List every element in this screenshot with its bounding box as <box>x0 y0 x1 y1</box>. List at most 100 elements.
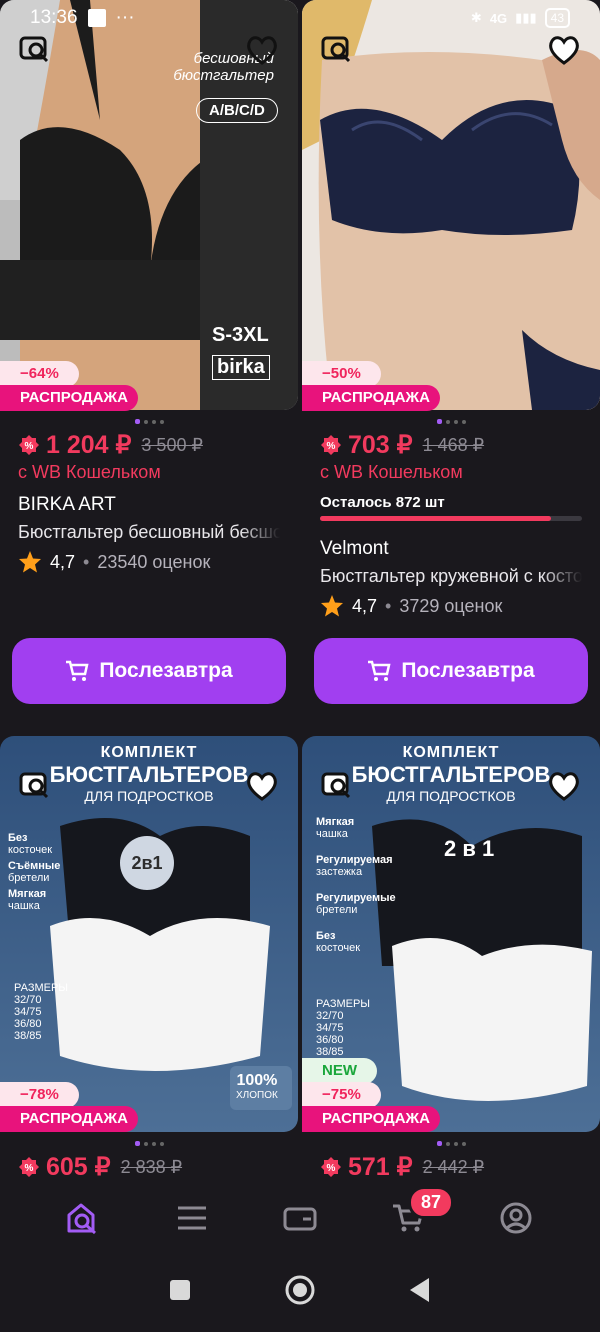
add-to-cart-label: Послезавтра <box>401 659 535 682</box>
wallet-price-note: с WB Кошельком <box>18 462 161 482</box>
image-size-range: S-3XL <box>212 324 269 346</box>
price: 703 ₽ <box>348 431 413 459</box>
old-price: 1 468 ₽ <box>422 434 485 455</box>
bluetooth-icon: ✱ <box>470 10 482 25</box>
favorite-heart-icon[interactable] <box>546 770 582 802</box>
discount-percent-icon: % <box>19 435 39 455</box>
image-pager-dots <box>302 1135 600 1147</box>
review-count: 3729 оценок <box>399 595 503 616</box>
brand-name: BIRKA ART <box>18 494 116 515</box>
image-2in1-label: 2 в 1 <box>444 836 495 861</box>
add-to-cart-label: Послезавтра <box>99 659 233 682</box>
favorite-heart-icon[interactable] <box>546 34 582 66</box>
circle-icon <box>285 1275 315 1305</box>
image-search-icon[interactable] <box>18 770 54 802</box>
review-count: 23540 оценок <box>97 551 211 572</box>
price-row: % 605 ₽ 2 838 ₽ <box>18 1152 182 1182</box>
home-button[interactable] <box>280 1270 320 1310</box>
nav-cart[interactable]: 87 <box>378 1186 455 1242</box>
new-badge: NEW <box>302 1058 377 1084</box>
brand-name: Velmont <box>320 538 389 559</box>
stock-progress-bar <box>320 516 582 521</box>
product-title[interactable]: Бюстгальтер кружевной с косточками <box>320 566 582 587</box>
discount-badge: −78% <box>0 1082 79 1108</box>
price-row: % 1 204 ₽ 3 500 ₽ <box>18 430 203 460</box>
discount-percent-icon: % <box>321 1157 341 1177</box>
stock-remaining: Осталось 872 шт <box>320 494 445 511</box>
battery-icon: 43 <box>544 8 570 28</box>
status-time: 13:36 <box>30 7 78 28</box>
sale-badge: РАСПРОДАЖА <box>302 1106 440 1132</box>
home-search-icon <box>67 1203 96 1235</box>
svg-text:%: % <box>25 441 34 452</box>
product-title[interactable]: Бюстгальтер бесшовный бесшовный <box>18 522 280 543</box>
back-button[interactable] <box>400 1270 440 1310</box>
sale-badge: РАСПРОДАЖА <box>0 1106 138 1132</box>
favorite-heart-icon[interactable] <box>244 770 280 802</box>
status-bar: 13:36 ··· ✱ 4G ▮▮▮ 43 <box>0 0 600 36</box>
image-search-icon[interactable] <box>320 770 356 802</box>
price: 571 ₽ <box>348 1153 413 1181</box>
wallet-icon <box>283 1207 317 1231</box>
notification-icon <box>87 9 106 27</box>
price-row: % 703 ₽ 1 468 ₽ <box>320 430 484 460</box>
more-notifications-icon: ··· <box>115 7 135 28</box>
cart-icon <box>368 660 391 681</box>
network-type: 4G <box>489 10 508 26</box>
image-pager-dots <box>0 1135 298 1147</box>
system-navigation-bar <box>0 1248 600 1332</box>
star-icon <box>321 595 343 617</box>
add-to-cart-button[interactable]: Послезавтра <box>12 638 286 704</box>
signal-icon: ▮▮▮ <box>515 10 537 25</box>
profile-icon <box>500 1202 532 1234</box>
price-row: % 571 ₽ 2 442 ₽ <box>320 1152 484 1182</box>
image-pager-dots <box>302 413 600 425</box>
wallet-price-note: с WB Кошельком <box>320 462 463 482</box>
image-feature-list: Мягкая чашка Регулируемая застежка Регул… <box>316 816 396 954</box>
rating: 4,7 • 23540 оценок <box>18 550 210 574</box>
image-cotton-label: 100% ХЛОПОК <box>236 1072 278 1101</box>
nav-home[interactable] <box>54 1194 114 1242</box>
add-to-cart-button[interactable]: Послезавтра <box>314 638 588 704</box>
square-icon <box>170 1280 190 1300</box>
price: 605 ₽ <box>46 1153 111 1181</box>
svg-text:%: % <box>327 1163 336 1174</box>
bottom-nav: 87 <box>0 1186 600 1248</box>
price: 1 204 ₽ <box>46 431 132 459</box>
svg-text:%: % <box>25 1163 34 1174</box>
nav-catalog[interactable] <box>162 1194 222 1242</box>
image-sizes-label: A/B/C/D <box>196 98 278 123</box>
sale-badge: РАСПРОДАЖА <box>0 385 138 411</box>
image-search-icon[interactable] <box>320 34 356 66</box>
cart-count-badge: 87 <box>408 1186 455 1219</box>
rating-separator: • <box>385 595 392 616</box>
sale-badge: РАСПРОДАЖА <box>302 385 440 411</box>
image-search-icon[interactable] <box>18 34 54 66</box>
favorite-heart-icon[interactable] <box>244 34 280 66</box>
nav-profile[interactable] <box>486 1194 546 1242</box>
rating-value: 4,7 <box>352 595 378 616</box>
image-sizes-list: РАЗМЕРЫ 32/70 34/75 36/80 38/85 <box>14 982 69 1042</box>
old-price: 2 838 ₽ <box>120 1156 183 1177</box>
old-price: 3 500 ₽ <box>141 434 203 455</box>
menu-icon <box>178 1206 206 1230</box>
image-pager-dots <box>0 413 298 425</box>
stock-progress-fill <box>320 516 551 521</box>
old-price: 2 442 ₽ <box>422 1156 485 1177</box>
discount-percent-icon: % <box>19 1157 39 1177</box>
image-feature-list: Без косточек Съёмные бретели Мягкая чашк… <box>8 832 61 912</box>
rating-separator: • <box>83 551 90 572</box>
discount-badge: −75% <box>302 1082 381 1108</box>
discount-badge: −50% <box>302 361 381 387</box>
nav-wallet[interactable] <box>270 1194 330 1242</box>
cart-icon <box>66 660 89 681</box>
recents-button[interactable] <box>160 1270 200 1310</box>
star-icon <box>19 551 41 573</box>
rating: 4,7 • 3729 оценок <box>320 594 502 618</box>
svg-text:%: % <box>327 441 336 452</box>
discount-percent-icon: % <box>321 435 341 455</box>
rating-value: 4,7 <box>50 551 76 572</box>
discount-badge: −64% <box>0 361 79 387</box>
image-brand-logo: birka <box>212 355 270 380</box>
image-2in1-label: 2в1 <box>120 836 174 890</box>
